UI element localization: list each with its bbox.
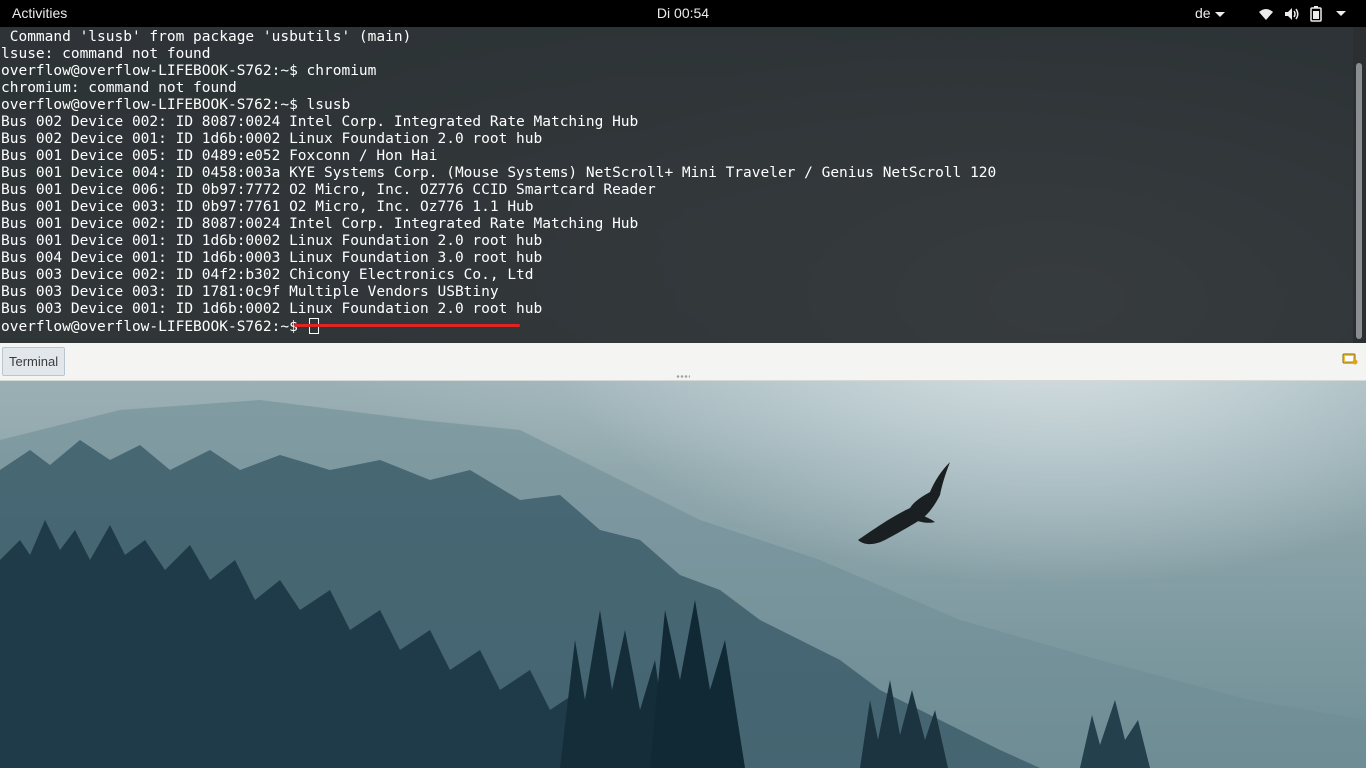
top-bar: Activities Di 00:54 de bbox=[0, 0, 1366, 27]
terminal-line: Bus 001 Device 006: ID 0b97:7772 O2 Micr… bbox=[1, 182, 656, 198]
panel-resize-grip[interactable] bbox=[676, 375, 690, 378]
terminal-line: lsuse: command not found bbox=[1, 46, 211, 62]
volume-icon bbox=[1285, 7, 1299, 20]
battery-icon bbox=[1310, 5, 1322, 22]
eagle-silhouette bbox=[858, 462, 950, 545]
wifi-icon bbox=[1259, 8, 1273, 20]
system-tray[interactable] bbox=[1258, 4, 1346, 23]
terminal-line: Bus 003 Device 002: ID 04f2:b302 Chicony… bbox=[1, 267, 534, 283]
terminal-line: Bus 003 Device 003: ID 1781:0c9f Multipl… bbox=[1, 284, 499, 300]
terminal-line: Bus 001 Device 001: ID 1d6b:0002 Linux F… bbox=[1, 233, 543, 249]
activities-button[interactable]: Activities bbox=[12, 5, 67, 21]
terminal-line: Bus 001 Device 002: ID 8087:0024 Intel C… bbox=[1, 216, 639, 232]
notification-tray-icon[interactable] bbox=[1342, 352, 1358, 366]
window-list-panel: Terminal bbox=[0, 343, 1366, 381]
terminal-line: Bus 004 Device 001: ID 1d6b:0003 Linux F… bbox=[1, 250, 543, 266]
tray-menu-caret-icon bbox=[1336, 11, 1346, 16]
terminal-line: chromium: command not found bbox=[1, 80, 237, 96]
terminal-line: Bus 002 Device 001: ID 1d6b:0002 Linux F… bbox=[1, 131, 543, 147]
clock-container: Di 00:54 bbox=[0, 5, 1366, 21]
keyboard-layout-menu[interactable]: de bbox=[1195, 5, 1225, 21]
terminal-scrollbar-thumb[interactable] bbox=[1356, 63, 1362, 339]
terminal-scrollbar[interactable] bbox=[1353, 27, 1366, 343]
red-underline-annotation bbox=[294, 324, 520, 327]
chevron-down-icon bbox=[1214, 11, 1225, 17]
keyboard-layout-label: de bbox=[1195, 5, 1211, 21]
terminal-window[interactable]: Command 'lsusb' from package 'usbutils' … bbox=[0, 27, 1366, 343]
terminal-line: Command 'lsusb' from package 'usbutils' … bbox=[1, 29, 412, 45]
terminal-line: overflow@overflow-LIFEBOOK-S762:~$ chrom… bbox=[1, 63, 377, 79]
terminal-line: overflow@overflow-LIFEBOOK-S762:~$ lsusb bbox=[1, 97, 351, 113]
terminal-line: Bus 002 Device 002: ID 8087:0024 Intel C… bbox=[1, 114, 639, 130]
terminal-output[interactable]: Command 'lsusb' from package 'usbutils' … bbox=[1, 29, 1352, 335]
terminal-prompt-line[interactable]: overflow@overflow-LIFEBOOK-S762:~$ bbox=[1, 318, 1352, 335]
terminal-line: Bus 001 Device 003: ID 0b97:7761 O2 Micr… bbox=[1, 199, 534, 215]
taskbar-item-terminal[interactable]: Terminal bbox=[2, 347, 66, 376]
terminal-line: Bus 003 Device 001: ID 1d6b:0002 Linux F… bbox=[1, 301, 543, 317]
terminal-prompt: overflow@overflow-LIFEBOOK-S762:~$ bbox=[1, 319, 307, 335]
terminal-line: Bus 001 Device 004: ID 0458:003a KYE Sys… bbox=[1, 165, 997, 181]
terminal-line: Bus 001 Device 005: ID 0489:e052 Foxconn… bbox=[1, 148, 438, 164]
clock-button[interactable]: Di 00:54 bbox=[657, 5, 709, 21]
